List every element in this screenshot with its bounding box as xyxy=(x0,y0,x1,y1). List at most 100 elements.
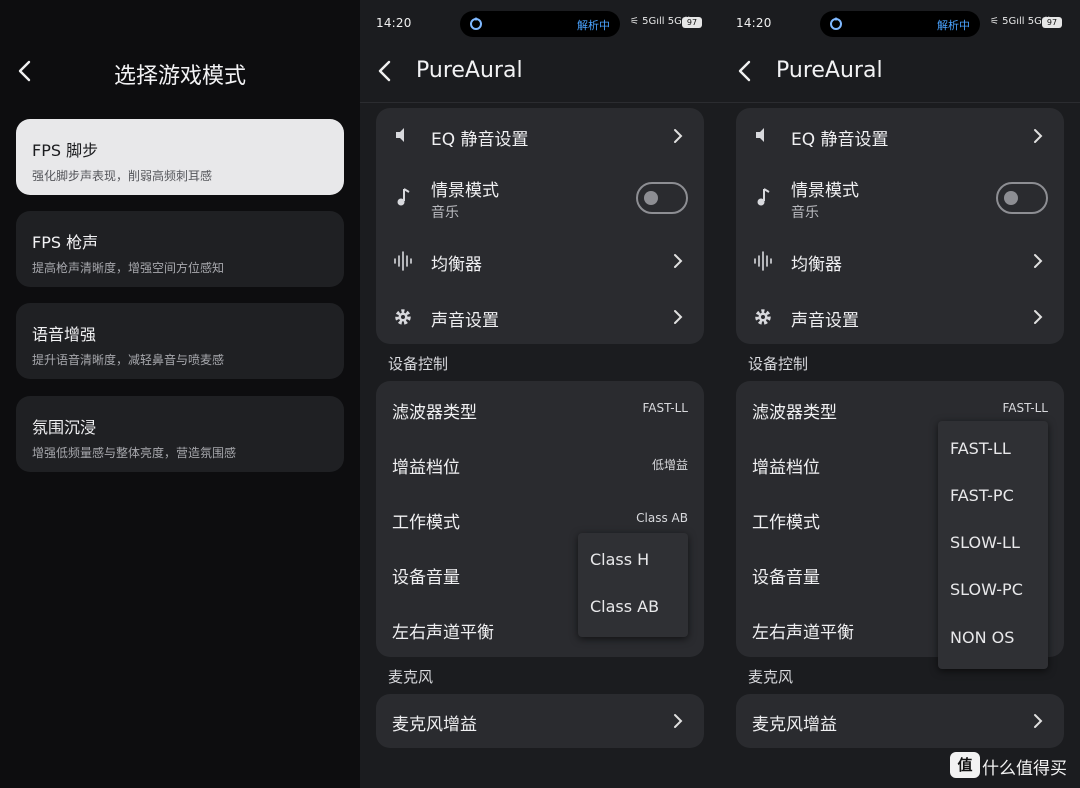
row-scene-mode[interactable]: 情景模式 音乐 xyxy=(736,168,1064,230)
watermark-text: 什么值得买 xyxy=(982,759,1067,779)
row-value: FAST-LL xyxy=(1002,401,1048,415)
status-time: 14:20 xyxy=(376,16,412,30)
app-title: PureAural xyxy=(416,58,523,83)
row-label: 情景模式 xyxy=(431,181,499,201)
scene-mode-toggle[interactable] xyxy=(636,182,688,214)
sound-card: EQ 静音设置 情景模式 音乐 均衡器 声音设置 xyxy=(376,108,704,344)
header-divider xyxy=(360,102,720,103)
mode-title: FPS 脚步 xyxy=(32,141,99,160)
row-mic-gain[interactable]: 麦克风增益 xyxy=(376,694,704,748)
menu-item-non-os[interactable]: NON OS xyxy=(950,628,1014,647)
mode-title: 氛围沉浸 xyxy=(32,418,97,437)
row-sound-settings[interactable]: 声音设置 xyxy=(736,290,1064,344)
chevron-left-icon xyxy=(378,60,391,82)
row-eq-mute[interactable]: EQ 静音设置 xyxy=(736,108,1064,164)
chevron-right-icon xyxy=(674,714,683,728)
row-label: 工作模式 xyxy=(392,513,460,533)
row-label: 增益档位 xyxy=(392,458,460,478)
section-device-control: 设备控制 xyxy=(388,355,449,373)
header-divider xyxy=(720,102,1080,103)
row-filter-type[interactable]: 滤波器类型 FAST-LL xyxy=(376,381,704,436)
row-label: 增益档位 xyxy=(752,458,820,478)
mode-card-fps-gunshot[interactable]: FPS 枪声 提高枪声清晰度，增强空间方位感知 xyxy=(16,211,344,287)
mode-title: 语音增强 xyxy=(32,325,97,344)
menu-item-slow-pc[interactable]: SLOW-PC xyxy=(950,580,1023,599)
status-bar: 14:20 解析中 ⚟ 5Gıll 5Gıll 97 xyxy=(720,0,1080,48)
waveform-icon xyxy=(394,251,412,271)
scene-mode-toggle[interactable] xyxy=(996,182,1048,214)
row-gain-level[interactable]: 增益档位 低增益 xyxy=(376,436,704,491)
row-value: 低增益 xyxy=(651,458,688,472)
mode-card-fps-footsteps[interactable]: FPS 脚步 强化脚步声表现，削弱高频刺耳感 xyxy=(16,119,344,195)
mode-card-ambience[interactable]: 氛围沉浸 增强低频量感与整体亮度，营造氛围感 xyxy=(16,396,344,472)
music-note-icon xyxy=(757,188,770,206)
row-equalizer[interactable]: 均衡器 xyxy=(736,234,1064,288)
watermark-logo: 值 xyxy=(950,752,980,778)
row-label: 声音设置 xyxy=(431,311,499,331)
chevron-right-icon xyxy=(674,129,683,143)
speaker-icon xyxy=(756,128,764,142)
row-sound-settings[interactable]: 声音设置 xyxy=(376,290,704,344)
pureaural-screen-work-mode: 14:20 解析中 ⚟ 5Gıll 5Gıll 97 PureAural EQ … xyxy=(360,0,720,788)
mode-desc: 提高枪声清晰度，增强空间方位感知 xyxy=(32,261,225,275)
row-label: 设备音量 xyxy=(752,568,820,588)
row-label: 麦克风增益 xyxy=(392,715,477,735)
chevron-right-icon xyxy=(1034,129,1043,143)
pill-status-text: 解析中 xyxy=(937,19,970,32)
row-value: Class AB xyxy=(636,511,688,525)
chevron-left-icon xyxy=(738,60,751,82)
mic-card: 麦克风增益 xyxy=(376,694,704,748)
row-label: 麦克风增益 xyxy=(752,715,837,735)
gear-icon xyxy=(395,309,411,325)
chevron-right-icon xyxy=(1034,714,1043,728)
row-label: 声音设置 xyxy=(791,311,859,331)
sync-icon xyxy=(830,17,842,30)
work-mode-dropdown: Class H Class AB xyxy=(578,533,688,637)
pill-status-text: 解析中 xyxy=(577,19,610,32)
row-value: 音乐 xyxy=(791,205,819,221)
section-device-control: 设备控制 xyxy=(748,355,809,373)
dynamic-island[interactable]: 解析中 xyxy=(460,11,620,37)
status-time: 14:20 xyxy=(736,16,772,30)
chevron-right-icon xyxy=(1034,310,1043,324)
row-label: 滤波器类型 xyxy=(392,403,477,423)
row-label: 设备音量 xyxy=(392,568,460,588)
back-button[interactable] xyxy=(734,58,756,84)
row-eq-mute[interactable]: EQ 静音设置 xyxy=(376,108,704,164)
row-label: 左右声道平衡 xyxy=(752,623,854,643)
menu-item-class-h[interactable]: Class H xyxy=(590,550,649,569)
menu-item-fast-pc[interactable]: FAST-PC xyxy=(950,486,1014,505)
row-value: 音乐 xyxy=(431,205,459,221)
toggle-knob xyxy=(644,191,658,205)
menu-item-slow-ll[interactable]: SLOW-LL xyxy=(950,533,1020,552)
waveform-icon xyxy=(754,251,772,271)
battery-indicator: 97 xyxy=(682,17,702,28)
chevron-right-icon xyxy=(674,310,683,324)
status-bar: 14:20 解析中 ⚟ 5Gıll 5Gıll 97 xyxy=(360,0,720,48)
speaker-icon xyxy=(396,128,404,142)
row-label: 滤波器类型 xyxy=(752,403,837,423)
row-value: FAST-LL xyxy=(642,401,688,415)
battery-indicator: 97 xyxy=(1042,17,1062,28)
chevron-right-icon xyxy=(674,254,683,268)
menu-item-fast-ll[interactable]: FAST-LL xyxy=(950,439,1011,458)
filter-type-dropdown: FAST-LL FAST-PC SLOW-LL SLOW-PC NON OS xyxy=(938,421,1048,669)
toggle-knob xyxy=(1004,191,1018,205)
mode-card-voice-enhance[interactable]: 语音增强 提升语音清晰度，减轻鼻音与喷麦感 xyxy=(16,303,344,379)
sync-icon xyxy=(470,17,482,30)
mode-desc: 强化脚步声表现，削弱高频刺耳感 xyxy=(32,169,213,183)
menu-item-class-ab[interactable]: Class AB xyxy=(590,597,659,616)
row-label: EQ 静音设置 xyxy=(791,130,889,150)
section-microphone: 麦克风 xyxy=(748,668,794,686)
sound-card: EQ 静音设置 情景模式 音乐 均衡器 声音设置 xyxy=(736,108,1064,344)
row-equalizer[interactable]: 均衡器 xyxy=(376,234,704,288)
back-button[interactable] xyxy=(374,58,396,84)
pureaural-screen-filter-type: 14:20 解析中 ⚟ 5Gıll 5Gıll 97 PureAural EQ … xyxy=(720,0,1080,788)
row-label: 工作模式 xyxy=(752,513,820,533)
row-mic-gain[interactable]: 麦克风增益 xyxy=(736,694,1064,748)
dynamic-island[interactable]: 解析中 xyxy=(820,11,980,37)
mode-desc: 增强低频量感与整体亮度，营造氛围感 xyxy=(32,446,237,460)
row-label: 均衡器 xyxy=(791,255,842,275)
row-scene-mode[interactable]: 情景模式 音乐 xyxy=(376,168,704,230)
mode-title: FPS 枪声 xyxy=(32,233,99,252)
